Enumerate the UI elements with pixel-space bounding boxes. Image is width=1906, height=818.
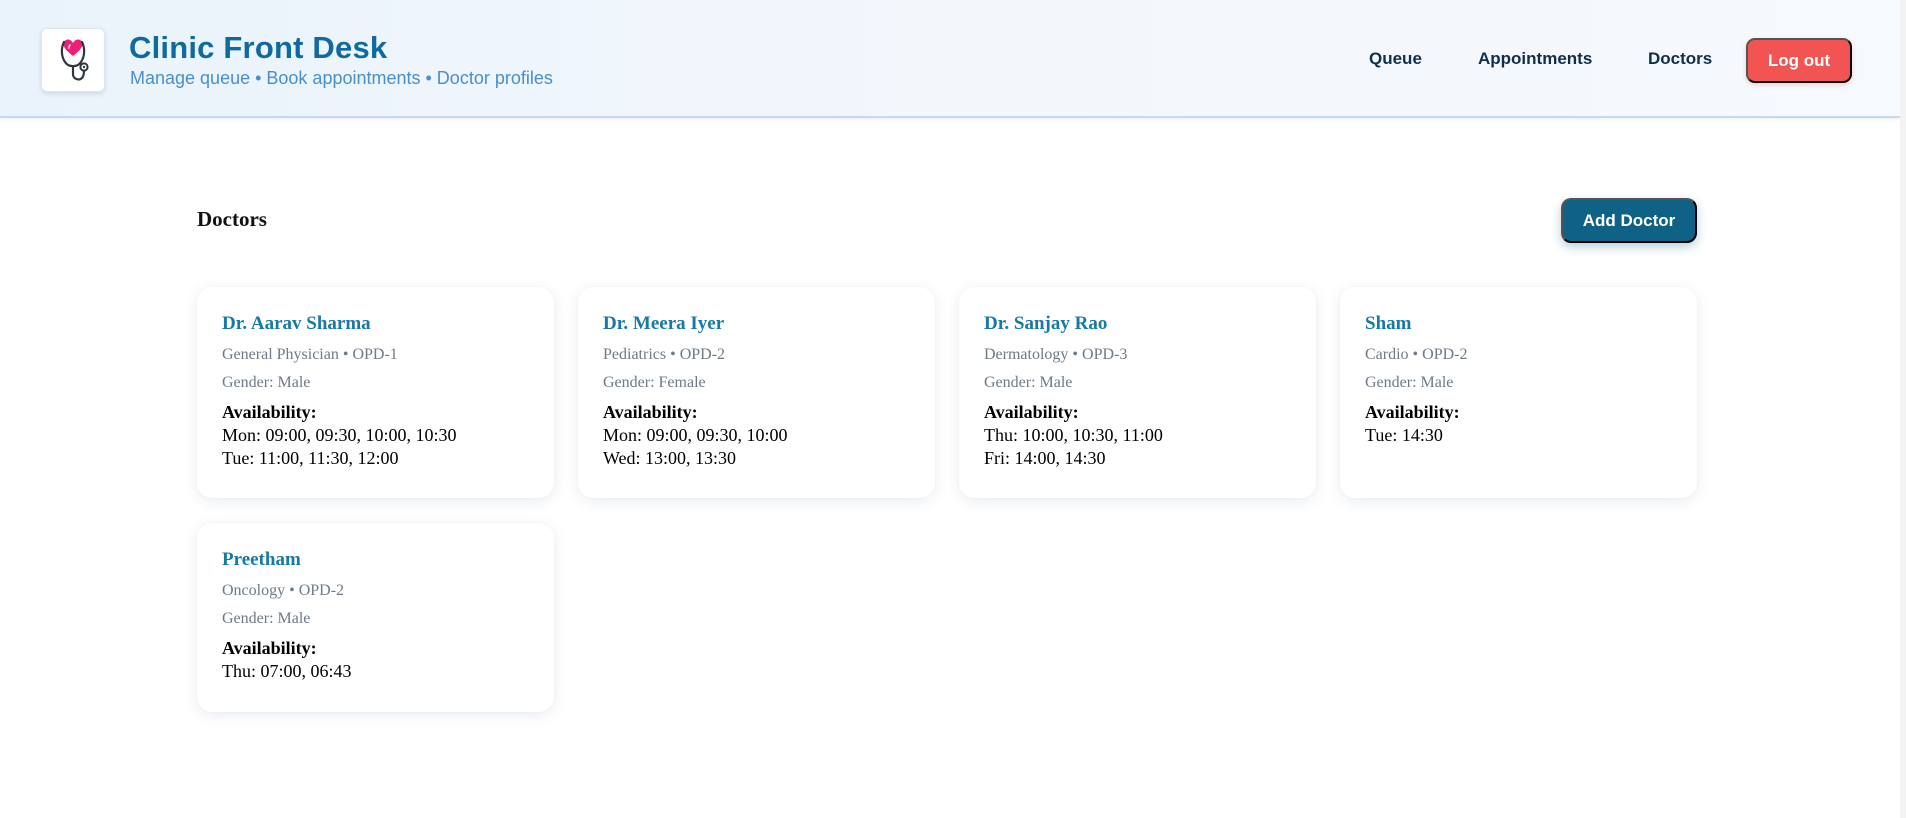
doctor-gender: Gender: Female xyxy=(603,374,706,391)
availability-label: Availability: xyxy=(984,402,1079,422)
doctor-gender: Gender: Male xyxy=(984,374,1073,391)
nav-appointments[interactable]: Appointments xyxy=(1478,49,1592,69)
doctor-gender: Gender: Male xyxy=(222,610,311,627)
doctor-gender: Gender: Male xyxy=(1365,374,1454,391)
doctor-specialty: Oncology • OPD-2 xyxy=(222,582,345,599)
availability-slot: Wed: 13:00, 13:30 xyxy=(603,448,737,468)
doctor-specialty: General Physician • OPD-1 xyxy=(222,346,398,363)
doctor-card: Sham Cardio • OPD-2 Gender: Male Availab… xyxy=(1340,287,1697,498)
doctor-specialty: Dermatology • OPD-3 xyxy=(984,346,1128,363)
doctor-card: Dr. Sanjay Rao Dermatology • OPD-3 Gende… xyxy=(959,287,1316,498)
availability-label: Availability: xyxy=(222,402,317,422)
availability-slot: Mon: 09:00, 09:30, 10:00, 10:30 xyxy=(222,425,457,445)
doctor-specialty: Pediatrics • OPD-2 xyxy=(603,346,726,363)
page-title: Doctors xyxy=(197,207,267,231)
availability-slot: Thu: 10:00, 10:30, 11:00 xyxy=(984,425,1163,445)
availability-slot: Fri: 14:00, 14:30 xyxy=(984,448,1106,468)
doctor-card: Preetham Oncology • OPD-2 Gender: Male A… xyxy=(197,523,554,712)
window-edge xyxy=(1900,0,1906,818)
logout-button[interactable]: Log out xyxy=(1746,38,1852,83)
doctor-card: Dr. Meera Iyer Pediatrics • OPD-2 Gender… xyxy=(578,287,935,498)
app-logo xyxy=(41,28,105,92)
availability-label: Availability: xyxy=(222,638,317,658)
doctor-name: Dr. Aarav Sharma xyxy=(222,313,371,334)
availability-slot: Tue: 11:00, 11:30, 12:00 xyxy=(222,448,399,468)
doctor-name: Sham xyxy=(1365,313,1412,334)
availability-slot: Tue: 14:30 xyxy=(1365,425,1443,445)
add-doctor-button[interactable]: Add Doctor xyxy=(1561,198,1697,243)
availability-slot: Thu: 07:00, 06:43 xyxy=(222,661,352,681)
doctor-name: Preetham xyxy=(222,549,301,570)
app-title: Clinic Front Desk xyxy=(129,30,388,65)
app-subtitle: Manage queue • Book appointments • Docto… xyxy=(130,68,553,88)
availability-label: Availability: xyxy=(603,402,698,422)
doctor-name: Dr. Meera Iyer xyxy=(603,313,725,334)
nav-doctors[interactable]: Doctors xyxy=(1648,49,1712,69)
stethoscope-heart-icon xyxy=(60,39,89,81)
availability-label: Availability: xyxy=(1365,402,1460,422)
doctor-card: Dr. Aarav Sharma General Physician • OPD… xyxy=(197,287,554,498)
app-header: Clinic Front Desk Manage queue • Book ap… xyxy=(0,0,1900,118)
availability-slot: Mon: 09:00, 09:30, 10:00 xyxy=(603,425,788,445)
doctor-name: Dr. Sanjay Rao xyxy=(984,313,1108,334)
doctor-specialty: Cardio • OPD-2 xyxy=(1365,346,1468,363)
doctor-gender: Gender: Male xyxy=(222,374,311,391)
nav-queue[interactable]: Queue xyxy=(1369,49,1422,69)
